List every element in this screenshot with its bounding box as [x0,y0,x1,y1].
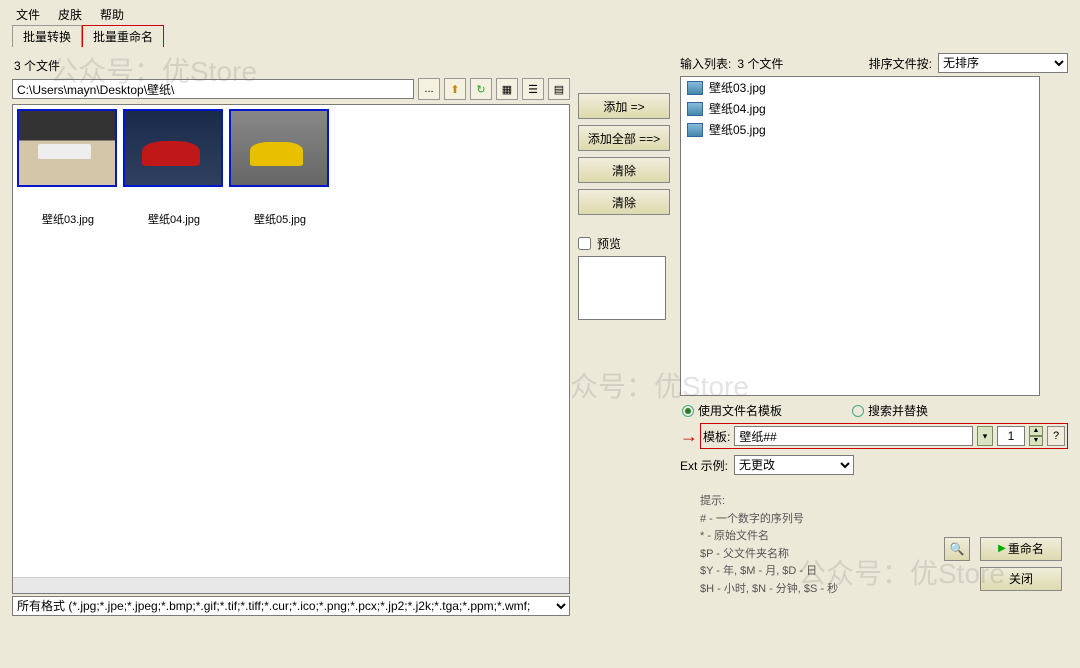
thumb-caption: 壁纸05.jpg [229,187,331,227]
template-dropdown-icon[interactable]: ▾ [977,426,993,446]
template-row-highlight: 模板: ▾ ▲▼ ? [700,423,1068,449]
tabs: 批量转换 批量重命名 [0,25,1080,47]
thumbnail-image [231,111,327,185]
thumbnail-image [125,111,221,185]
clear-button[interactable]: 清除 [578,157,670,183]
image-file-icon [687,81,703,95]
template-help-button[interactable]: ? [1047,426,1065,446]
input-file-list[interactable]: 壁纸03.jpg 壁纸04.jpg 壁纸05.jpg [680,76,1040,396]
search-preview-button[interactable]: 🔍 [944,537,970,561]
magnifier-icon: 🔍 [950,542,965,556]
view-grid-icon[interactable]: ▦ [496,78,518,100]
view-list-icon[interactable]: ☰ [522,78,544,100]
scrollbar-horizontal[interactable] [13,577,569,593]
ext-select[interactable]: 无更改 [734,455,854,475]
image-file-icon [687,123,703,137]
list-item[interactable]: 壁纸04.jpg [681,98,1039,119]
radio-icon [682,405,694,417]
radio-search-replace[interactable]: 搜索并替换 [852,402,928,419]
path-input[interactable] [12,79,414,99]
file-count: 3 个文件 [12,53,570,78]
thumb-caption: 壁纸03.jpg [17,187,119,227]
template-input[interactable] [734,426,973,446]
add-all-button[interactable]: 添加全部 ==> [578,125,670,151]
thumb-item[interactable]: 壁纸05.jpg [229,109,331,227]
preview-label: 预览 [597,235,621,252]
thumb-item[interactable]: 壁纸03.jpg [17,109,119,227]
thumbnail-panel: 壁纸03.jpg 壁纸04.jpg 壁纸05.jpg [12,104,570,594]
close-button[interactable]: 关闭 [980,567,1062,591]
radio-icon [852,405,864,417]
menubar: 文件 皮肤 帮助 [0,0,1080,25]
tab-batch-rename[interactable]: 批量重命名 [82,25,164,47]
menu-file[interactable]: 文件 [16,6,40,23]
image-file-icon [687,102,703,116]
sort-label: 排序文件按: [869,55,932,72]
radio-use-template[interactable]: 使用文件名模板 [682,402,782,419]
format-filter-select[interactable]: 所有格式 (*.jpg;*.jpe;*.jpeg;*.bmp;*.gif;*.t… [12,596,570,616]
play-icon: ▶ [998,543,1006,554]
thumb-caption: 壁纸04.jpg [123,187,225,227]
thumbnail-image [19,111,115,185]
spinner-buttons[interactable]: ▲▼ [1029,426,1043,446]
preview-box [578,256,666,320]
menu-skin[interactable]: 皮肤 [58,6,82,23]
add-button[interactable]: 添加 => [578,93,670,119]
list-item[interactable]: 壁纸03.jpg [681,77,1039,98]
refresh-icon[interactable]: ↻ [470,78,492,100]
ext-label: Ext 示例: [680,457,728,474]
sort-select[interactable]: 无排序 [938,53,1068,73]
rename-button[interactable]: ▶重命名 [980,537,1062,561]
template-label: 模板: [703,428,730,445]
list-item[interactable]: 壁纸05.jpg [681,119,1039,140]
thumb-item[interactable]: 壁纸04.jpg [123,109,225,227]
arrow-indicator-icon: → [680,426,698,447]
view-detail-icon[interactable]: ▤ [548,78,570,100]
start-number-input[interactable] [997,426,1025,446]
browse-button[interactable]: ... [418,78,440,100]
input-list-label: 输入列表: [680,55,731,72]
clear-all-button[interactable]: 清除 [578,189,670,215]
preview-checkbox[interactable] [578,237,591,250]
input-list-count: 3 个文件 [737,55,783,72]
menu-help[interactable]: 帮助 [100,6,124,23]
up-folder-icon[interactable]: ⬆ [444,78,466,100]
tab-batch-convert[interactable]: 批量转换 [12,25,82,47]
